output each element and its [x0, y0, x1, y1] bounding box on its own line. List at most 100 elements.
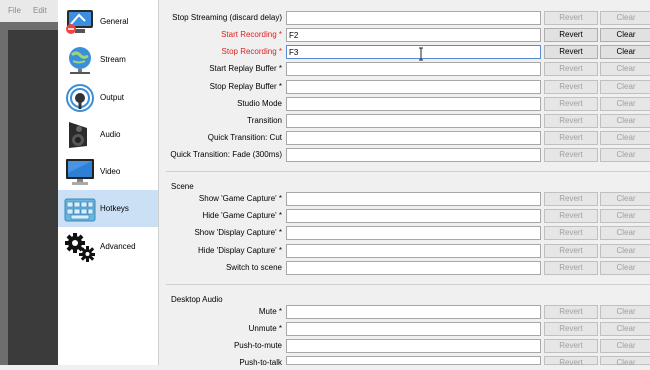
menu-bar: File Edit [0, 0, 58, 22]
revert-button[interactable]: Revert [544, 244, 598, 258]
clear-button[interactable]: Clear [600, 28, 650, 42]
nav-general[interactable]: General [58, 3, 158, 40]
hotkey-label: Unmute * [248, 324, 282, 333]
section-title-desktop-audio: Desktop Audio [171, 295, 223, 304]
hotkey-input[interactable] [286, 209, 541, 223]
hotkey-input[interactable] [286, 97, 541, 111]
nav-label-stream: Stream [100, 55, 126, 64]
hotkey-label: Quick Transition: Fade (300ms) [170, 150, 282, 159]
hotkey-input[interactable] [286, 131, 541, 145]
revert-button[interactable]: Revert [544, 192, 598, 206]
hotkey-input[interactable] [286, 226, 541, 240]
background-preview [8, 30, 58, 365]
revert-button[interactable]: Revert [544, 339, 598, 353]
revert-button[interactable]: Revert [544, 45, 598, 59]
hotkey-input[interactable]: F2 [286, 28, 541, 42]
clear-button[interactable]: Clear [600, 114, 650, 128]
revert-button[interactable]: Revert [544, 28, 598, 42]
hotkey-input[interactable] [286, 11, 541, 25]
hotkey-input[interactable] [286, 80, 541, 94]
hotkey-label: Stop Replay Buffer * [209, 82, 282, 91]
nav-label-audio: Audio [100, 130, 121, 139]
output-signal-icon [62, 82, 98, 114]
revert-button[interactable]: Revert [544, 62, 598, 76]
revert-button[interactable]: Revert [544, 305, 598, 319]
revert-button[interactable]: Revert [544, 356, 598, 367]
nav-stream[interactable]: Stream [58, 41, 158, 78]
hotkey-label: Quick Transition: Cut [207, 133, 282, 142]
clear-button[interactable]: Clear [600, 339, 650, 353]
globe-network-icon [62, 44, 98, 76]
clear-button[interactable]: Clear [600, 148, 650, 162]
clear-button[interactable]: Clear [600, 11, 650, 25]
menu-file[interactable]: File [8, 6, 21, 15]
nav-output[interactable]: Output [58, 79, 158, 116]
hotkey-label: Stop Recording * [221, 47, 282, 56]
monitor-icon [62, 156, 98, 188]
menu-edit[interactable]: Edit [33, 6, 47, 15]
clear-button[interactable]: Clear [600, 62, 650, 76]
background-window [0, 22, 58, 365]
hotkey-input[interactable] [286, 356, 541, 365]
hotkeys-panel: Stop Streaming (discard delay) Revert Cl… [162, 0, 650, 367]
hotkey-label: Start Recording * [221, 30, 282, 39]
revert-button[interactable]: Revert [544, 131, 598, 145]
revert-button[interactable]: Revert [544, 209, 598, 223]
text-cursor-icon [419, 47, 423, 61]
hotkey-label: Show 'Display Capture' * [194, 228, 282, 237]
hotkey-input[interactable] [286, 62, 541, 76]
revert-button[interactable]: Revert [544, 261, 598, 275]
revert-button[interactable]: Revert [544, 114, 598, 128]
revert-button[interactable]: Revert [544, 80, 598, 94]
clear-button[interactable]: Clear [600, 80, 650, 94]
nav-label-hotkeys: Hotkeys [100, 204, 129, 213]
hotkey-input[interactable] [286, 322, 541, 336]
hotkey-label: Start Replay Buffer * [209, 64, 282, 73]
section-divider [166, 284, 650, 285]
nav-label-general: General [100, 17, 129, 26]
clear-button[interactable]: Clear [600, 305, 650, 319]
nav-video[interactable]: Video [58, 153, 158, 190]
hotkey-input[interactable] [286, 339, 541, 353]
clear-button[interactable]: Clear [600, 45, 650, 59]
hotkey-input[interactable] [286, 305, 541, 319]
keyboard-icon [62, 193, 98, 225]
hotkey-label: Push-to-talk [239, 358, 282, 367]
nav-label-advanced: Advanced [100, 242, 136, 251]
clear-button[interactable]: Clear [600, 226, 650, 240]
clear-button[interactable]: Clear [600, 209, 650, 223]
hotkey-input[interactable] [286, 244, 541, 258]
hotkey-label: Hide 'Game Capture' * [202, 211, 282, 220]
hotkey-label: Mute * [258, 307, 282, 316]
hotkey-label: Show 'Game Capture' * [198, 194, 282, 203]
clear-button[interactable]: Clear [600, 131, 650, 145]
clear-button[interactable]: Clear [600, 192, 650, 206]
nav-hotkeys[interactable]: Hotkeys [58, 190, 158, 227]
hotkey-label: Studio Mode [237, 99, 282, 108]
hotkey-label: Hide 'Display Capture' * [198, 246, 282, 255]
hotkey-input[interactable] [286, 114, 541, 128]
hotkey-label: Stop Streaming (discard delay) [172, 13, 282, 22]
nav-label-output: Output [100, 93, 125, 102]
revert-button[interactable]: Revert [544, 148, 598, 162]
clear-button[interactable]: Clear [600, 97, 650, 111]
revert-button[interactable]: Revert [544, 97, 598, 111]
clear-button[interactable]: Clear [600, 356, 650, 367]
section-title-scene: Scene [171, 182, 194, 191]
clear-button[interactable]: Clear [600, 244, 650, 258]
nav-advanced[interactable]: Advanced [58, 228, 158, 265]
revert-button[interactable]: Revert [544, 322, 598, 336]
hotkey-input[interactable] [286, 148, 541, 162]
clear-button[interactable]: Clear [600, 261, 650, 275]
hotkey-label: Switch to scene [225, 263, 282, 272]
nav-label-video: Video [100, 167, 121, 176]
hotkey-input[interactable]: F3 [286, 45, 541, 59]
revert-button[interactable]: Revert [544, 11, 598, 25]
section-divider [166, 171, 650, 172]
clear-button[interactable]: Clear [600, 322, 650, 336]
hotkey-input[interactable] [286, 192, 541, 206]
hotkey-input[interactable] [286, 261, 541, 275]
revert-button[interactable]: Revert [544, 226, 598, 240]
nav-audio[interactable]: Audio [58, 116, 158, 153]
speaker-icon [62, 119, 98, 151]
